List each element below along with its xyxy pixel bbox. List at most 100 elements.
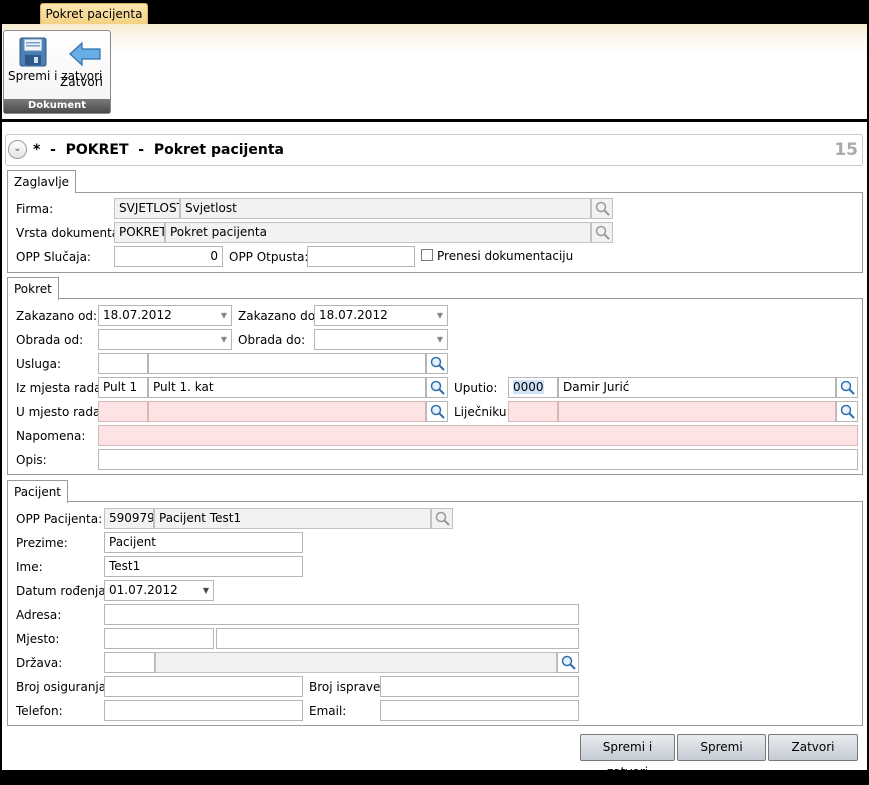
chevron-down-icon[interactable]: ▼ — [221, 306, 227, 325]
obrada-od-label: Obrada od: — [16, 333, 84, 347]
usluga-search-icon[interactable] — [426, 353, 448, 374]
ribbon-close-button[interactable]: Zatvori — [60, 33, 110, 97]
drzava-name-field[interactable] — [155, 652, 557, 673]
u-mjesto-name-field[interactable] — [148, 401, 426, 422]
adresa-label: Adresa: — [16, 608, 62, 622]
save-close-button[interactable]: Spremi i zatvori — [580, 734, 675, 779]
ribbon — [2, 24, 867, 120]
opp-slucaja-label: OPP Slučaja: — [16, 250, 91, 264]
ribbon-divider — [2, 119, 867, 121]
opp-pacijenta-search-icon[interactable] — [431, 508, 453, 529]
chevron-down-icon[interactable]: ▼ — [437, 330, 443, 349]
firma-code-field[interactable]: SVJETLOST — [114, 198, 180, 219]
uputio-search-icon[interactable] — [836, 377, 858, 398]
vrsta-name-field[interactable]: Pokret pacijenta — [165, 222, 591, 243]
obrada-do-field[interactable]: ▼ — [314, 329, 448, 350]
zakazano-od-field[interactable]: 18.07.2012 ▼ — [98, 305, 232, 326]
vrsta-search-icon[interactable] — [591, 222, 613, 243]
email-label: Email: — [309, 704, 347, 718]
record-number: 15 — [834, 140, 858, 160]
zakazano-do-value: 18.07.2012 — [319, 308, 388, 322]
broj-isprave-field[interactable] — [380, 676, 579, 697]
broj-isprave-label: Broj isprave: — [309, 680, 385, 694]
usluga-name-field[interactable] — [148, 353, 426, 374]
adresa-field[interactable] — [104, 604, 579, 625]
tab-pacijent[interactable]: Pacijent — [7, 480, 69, 503]
tab-zaglavlje[interactable]: Zaglavlje — [7, 170, 77, 193]
datum-label: Datum rođenja: — [16, 584, 110, 598]
iz-mjesta-code-field[interactable]: Pult 1 — [98, 377, 148, 398]
chevron-down-icon[interactable]: ▼ — [221, 330, 227, 349]
ljecniku-search-icon[interactable] — [836, 401, 858, 422]
opp-slucaja-field[interactable]: 0 — [114, 246, 223, 267]
form-title-bar: ⌄ * - POKRET - Pokret pacijenta 15 — [5, 134, 863, 166]
opp-otpusta-field[interactable] — [307, 246, 415, 267]
mjesto-name-field[interactable] — [216, 628, 579, 649]
datum-value: 01.07.2012 — [109, 583, 178, 597]
ribbon-close-label: Zatvori — [60, 75, 103, 89]
u-mjesto-search-icon[interactable] — [426, 401, 448, 422]
opis-field[interactable] — [98, 449, 858, 470]
opp-pacijenta-code-field[interactable]: 590979 — [104, 508, 154, 529]
opp-pacijenta-name-field[interactable]: Pacijent Test1 — [154, 508, 431, 529]
uputio-label: Uputio: — [454, 381, 498, 395]
email-field[interactable] — [380, 700, 579, 721]
chevron-down-icon[interactable]: ▼ — [437, 306, 443, 325]
back-arrow-icon — [60, 33, 110, 67]
telefon-field[interactable] — [104, 700, 303, 721]
opis-label: Opis: — [16, 453, 47, 467]
napomena-field[interactable] — [98, 425, 858, 446]
close-button[interactable]: Zatvori — [768, 734, 858, 761]
prezime-label: Prezime: — [16, 536, 68, 550]
uputio-code-value: 0000 — [513, 380, 544, 394]
obrada-do-label: Obrada do: — [238, 333, 306, 347]
drzava-search-icon[interactable] — [557, 652, 579, 673]
telefon-label: Telefon: — [16, 704, 63, 718]
firma-search-icon[interactable] — [591, 198, 613, 219]
u-mjesto-label: U mjesto rada: — [16, 405, 105, 419]
iz-mjesta-name-field[interactable]: Pult 1. kat — [148, 377, 426, 398]
zakazano-do-field[interactable]: 18.07.2012 ▼ — [314, 305, 448, 326]
opp-otpusta-label: OPP Otpusta: — [229, 250, 309, 264]
broj-osiguranja-field[interactable] — [104, 676, 303, 697]
broj-osiguranja-label: Broj osiguranja: — [16, 680, 111, 694]
save-button[interactable]: Spremi — [677, 734, 766, 761]
drzava-code-field[interactable] — [104, 652, 155, 673]
floppy-disk-icon — [8, 33, 58, 67]
iz-mjesta-label: Iz mjesta rada: — [16, 381, 106, 395]
u-mjesto-code-field[interactable] — [98, 401, 148, 422]
page-title: * - POKRET - Pokret pacijenta — [33, 142, 284, 158]
usluga-label: Usluga: — [16, 357, 61, 371]
napomena-label: Napomena: — [16, 429, 86, 443]
ljecniku-name-field[interactable] — [558, 401, 836, 422]
firma-name-field[interactable]: Svjetlost — [180, 198, 591, 219]
ljecniku-label: Liječniku: — [454, 405, 511, 419]
uputio-code-field[interactable]: 0000 — [508, 377, 558, 398]
drzava-label: Država: — [16, 656, 63, 670]
chevron-down-icon[interactable]: ▼ — [203, 581, 209, 600]
usluga-code-field[interactable] — [98, 353, 148, 374]
uputio-name-field[interactable]: Damir Jurić — [558, 377, 836, 398]
prenesi-checkbox[interactable] — [421, 249, 433, 261]
datum-field[interactable]: 01.07.2012 ▼ — [104, 580, 214, 601]
document-tab[interactable]: Pokret pacijenta — [40, 3, 148, 24]
zakazano-od-value: 18.07.2012 — [103, 308, 172, 322]
vrsta-label: Vrsta dokumenta: — [16, 226, 124, 240]
ime-field[interactable]: Test1 — [104, 556, 303, 577]
vrsta-code-field[interactable]: POKRET — [114, 222, 165, 243]
prezime-field[interactable]: Pacijent — [104, 532, 303, 553]
mjesto-code-field[interactable] — [104, 628, 214, 649]
ime-label: Ime: — [16, 560, 43, 574]
obrada-od-field[interactable]: ▼ — [98, 329, 232, 350]
firma-label: Firma: — [16, 202, 54, 216]
opp-pacijenta-label: OPP Pacijenta: — [16, 512, 103, 526]
ribbon-group-label: Dokument — [4, 99, 110, 113]
mjesto-label: Mjesto: — [16, 632, 60, 646]
tab-pokret[interactable]: Pokret — [7, 277, 59, 300]
iz-mjesta-search-icon[interactable] — [426, 377, 448, 398]
ribbon-save-close-button[interactable]: Spremi i zatvori — [8, 33, 102, 97]
zakazano-do-label: Zakazano do: — [238, 309, 320, 323]
ljecniku-code-field[interactable] — [508, 401, 558, 422]
chevron-down-icon[interactable]: ⌄ — [8, 140, 27, 159]
ribbon-group-dokument: Spremi i zatvori Zatvori Dokument — [3, 30, 111, 114]
